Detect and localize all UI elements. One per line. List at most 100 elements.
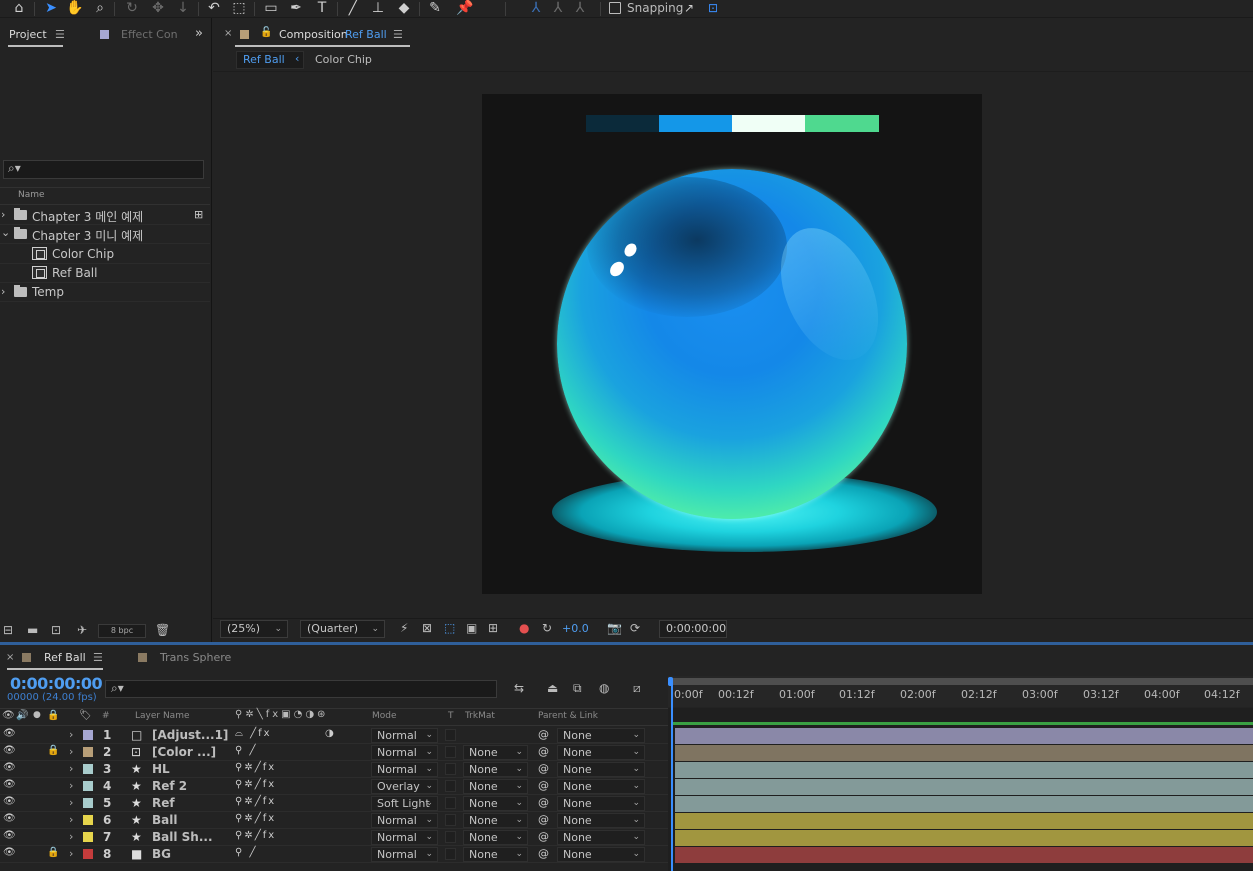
snap-features-icon[interactable]: ⊡ (703, 0, 723, 17)
frame-blending-icon[interactable]: ◍ (599, 681, 609, 695)
table-row[interactable]: 👁 › 7 ★ Ball Sh... ⚲✲╱fx Normal ⌄ None ⌄ @… (0, 829, 668, 846)
preserve-transparency-toggle[interactable] (445, 831, 456, 843)
mode-select[interactable]: Normal ⌄ (371, 830, 438, 845)
graph-editor-icon[interactable]: ⧄ (633, 681, 641, 696)
layer-name[interactable]: BG (152, 847, 171, 861)
layer-duration-bar[interactable] (675, 796, 1253, 812)
new-composition-icon[interactable]: ⊡ (51, 623, 61, 637)
selection-tool-icon[interactable]: ➤ (41, 0, 61, 17)
eye-icon[interactable]: 👁 (3, 745, 16, 756)
lock-icon[interactable]: 🔒 (47, 745, 59, 756)
layer-switches[interactable]: ⚲ ╱ (235, 847, 258, 858)
region-of-interest-icon[interactable]: ▣ (466, 621, 477, 635)
trkmat-select[interactable]: None ⌄ (463, 830, 528, 845)
label-color-swatch[interactable] (83, 815, 93, 825)
parent-select[interactable]: None ⌄ (557, 728, 645, 743)
mode-select[interactable]: Normal ⌄ (371, 745, 438, 760)
lock-icon[interactable]: 🔒 (47, 847, 59, 858)
layer-duration-bar[interactable] (675, 830, 1253, 846)
label-color-swatch[interactable] (83, 764, 93, 774)
trkmat-select[interactable]: None ⌄ (463, 813, 528, 828)
layer-name[interactable]: Ball Sh... (152, 830, 213, 844)
timeline-tab-ref-ball[interactable]: Ref Ball (44, 651, 86, 664)
breadcrumb-item-ref-ball[interactable]: Ref Ball (243, 53, 285, 66)
composition-menu-icon[interactable]: ☰ (393, 28, 403, 41)
pick-whip-icon[interactable]: @ (538, 745, 549, 758)
list-item[interactable]: Ref Ball (0, 264, 210, 283)
timeline-search-input[interactable] (105, 680, 497, 698)
bpc-button[interactable]: 8 bpc (98, 624, 146, 638)
world-axis-icon[interactable]: ⅄ (548, 0, 568, 17)
table-row[interactable]: 👁 › 4 ★ Ref 2 ⚲✲╱fx Overlay ⌄ None ⌄ @ Non… (0, 778, 668, 795)
parent-select[interactable]: None ⌄ (557, 762, 645, 777)
dolly-camera-icon[interactable]: ↓ (173, 0, 193, 17)
panel-menu-icon[interactable]: ☰ (55, 28, 65, 41)
table-row[interactable]: 👁 🔒 › 2 ⊡ [Color ...] ⚲ ╱ Normal ⌄ None ⌄ … (0, 744, 668, 761)
color-channels-icon[interactable]: ● (519, 621, 529, 635)
layer-duration-bar[interactable] (675, 745, 1253, 761)
table-row[interactable]: 👁 › 1 □ [Adjust...1] ⌓ ╱fx ◑ Normal ⌄ @ N… (0, 727, 668, 744)
mode-select[interactable]: Normal ⌄ (371, 728, 438, 743)
mode-select[interactable]: Normal ⌄ (371, 813, 438, 828)
layer-duration-bar[interactable] (675, 728, 1253, 744)
layer-switches[interactable]: ⚲✲╱fx (235, 779, 276, 790)
preserve-transparency-toggle[interactable] (445, 797, 456, 809)
chevron-right-icon[interactable]: › (69, 728, 73, 741)
close-tab-icon[interactable]: × (224, 28, 232, 39)
new-folder-icon[interactable]: ▬ (27, 623, 38, 637)
pick-whip-icon[interactable]: @ (538, 847, 549, 860)
chevron-right-icon[interactable]: › (1, 208, 5, 221)
eye-icon[interactable]: 👁 (3, 779, 16, 790)
trash-icon[interactable]: 🗑 (155, 623, 170, 637)
preserve-transparency-toggle[interactable] (445, 763, 456, 775)
eraser-tool-icon[interactable]: ◆ (394, 0, 414, 17)
layer-switches[interactable]: ⚲✲╱fx (235, 762, 276, 773)
label-color-swatch[interactable] (83, 832, 93, 842)
local-axis-icon[interactable]: ⅄ (526, 0, 546, 17)
layer-switches[interactable]: ⚲✲╱fx (235, 796, 276, 807)
timeline-tab-trans-sphere[interactable]: Trans Sphere (160, 651, 231, 664)
lock-icon[interactable]: 🔓 (260, 27, 272, 38)
overflow-icon[interactable]: » (195, 26, 203, 41)
snapping-checkbox[interactable] (609, 2, 621, 14)
layer-duration-bar[interactable] (675, 813, 1253, 829)
list-item[interactable]: Color Chip (0, 245, 210, 264)
project-search-input[interactable] (3, 160, 204, 179)
zoom-select[interactable]: (25%) ⌄ (220, 620, 288, 638)
eye-icon[interactable]: 👁 (3, 796, 16, 807)
work-area-bar[interactable] (668, 678, 1253, 685)
timeline-menu-icon[interactable]: ☰ (93, 651, 103, 664)
transparency-grid-icon[interactable]: ⊠ (422, 621, 432, 635)
preserve-transparency-toggle[interactable] (445, 780, 456, 792)
eye-icon[interactable]: 👁 (3, 813, 16, 824)
eye-icon[interactable]: 👁 (3, 847, 16, 858)
layer-name[interactable]: HL (152, 762, 170, 776)
roto-brush-icon[interactable]: ✎ (425, 0, 445, 17)
pen-tool-icon[interactable]: ✒ (286, 0, 306, 17)
orbit-camera-icon[interactable]: ↻ (122, 0, 142, 17)
composition-canvas[interactable] (482, 94, 982, 594)
hand-tool-icon[interactable]: ✋ (65, 0, 85, 17)
adjustment-layer-icon[interactable]: ◑ (325, 728, 334, 739)
pick-whip-icon[interactable]: @ (538, 779, 549, 792)
interpret-footage-icon[interactable]: ⊟ (3, 623, 13, 637)
preserve-transparency-toggle[interactable] (445, 746, 456, 758)
trkmat-select[interactable]: None ⌄ (463, 745, 528, 760)
layer-name[interactable]: [Adjust...1] (152, 728, 228, 742)
chevron-right-icon[interactable]: › (69, 813, 73, 826)
chevron-down-icon[interactable]: ⌄ (1, 226, 10, 239)
exposure-value[interactable]: +0.0 (562, 622, 589, 635)
parent-select[interactable]: None ⌄ (557, 830, 645, 845)
layer-switches[interactable]: ⚲ ╱ (235, 745, 258, 756)
layer-switches[interactable]: ⚲✲╱fx (235, 830, 276, 841)
mode-select[interactable]: Overlay ⌄ (371, 779, 438, 794)
fast-previews-icon[interactable]: ⚡ (400, 621, 408, 635)
current-time-indicator[interactable] (671, 680, 673, 871)
brush-tool-icon[interactable]: ╱ (343, 0, 363, 17)
tab-project[interactable]: Project (9, 28, 47, 41)
table-row[interactable]: 👁 › 3 ★ HL ⚲✲╱fx Normal ⌄ None ⌄ @ None ⌄ (0, 761, 668, 778)
type-tool-icon[interactable]: T (312, 0, 332, 17)
layer-name[interactable]: [Color ...] (152, 745, 216, 759)
trkmat-select[interactable]: None ⌄ (463, 762, 528, 777)
guides-icon[interactable]: ⊞ (488, 621, 498, 635)
